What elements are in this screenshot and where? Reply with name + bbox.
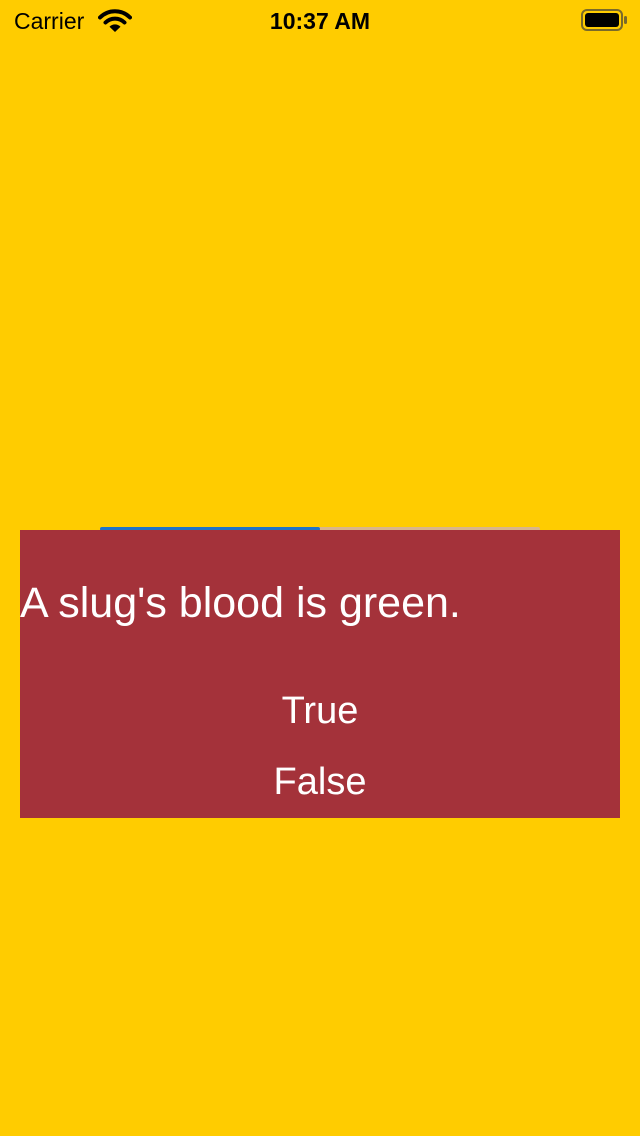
status-time: 10:37 AM [269, 8, 371, 34]
status-bar: Carrier 10:37 AM [0, 0, 640, 40]
true-button[interactable]: True [20, 681, 620, 741]
quiz-screen: Carrier 10:37 AM A slug's blood is green… [0, 0, 640, 1136]
question-card: A slug's blood is green. True False [20, 530, 620, 818]
battery-icon [581, 9, 627, 31]
false-button[interactable]: False [20, 752, 620, 812]
question-text: A slug's blood is green. [20, 579, 461, 627]
